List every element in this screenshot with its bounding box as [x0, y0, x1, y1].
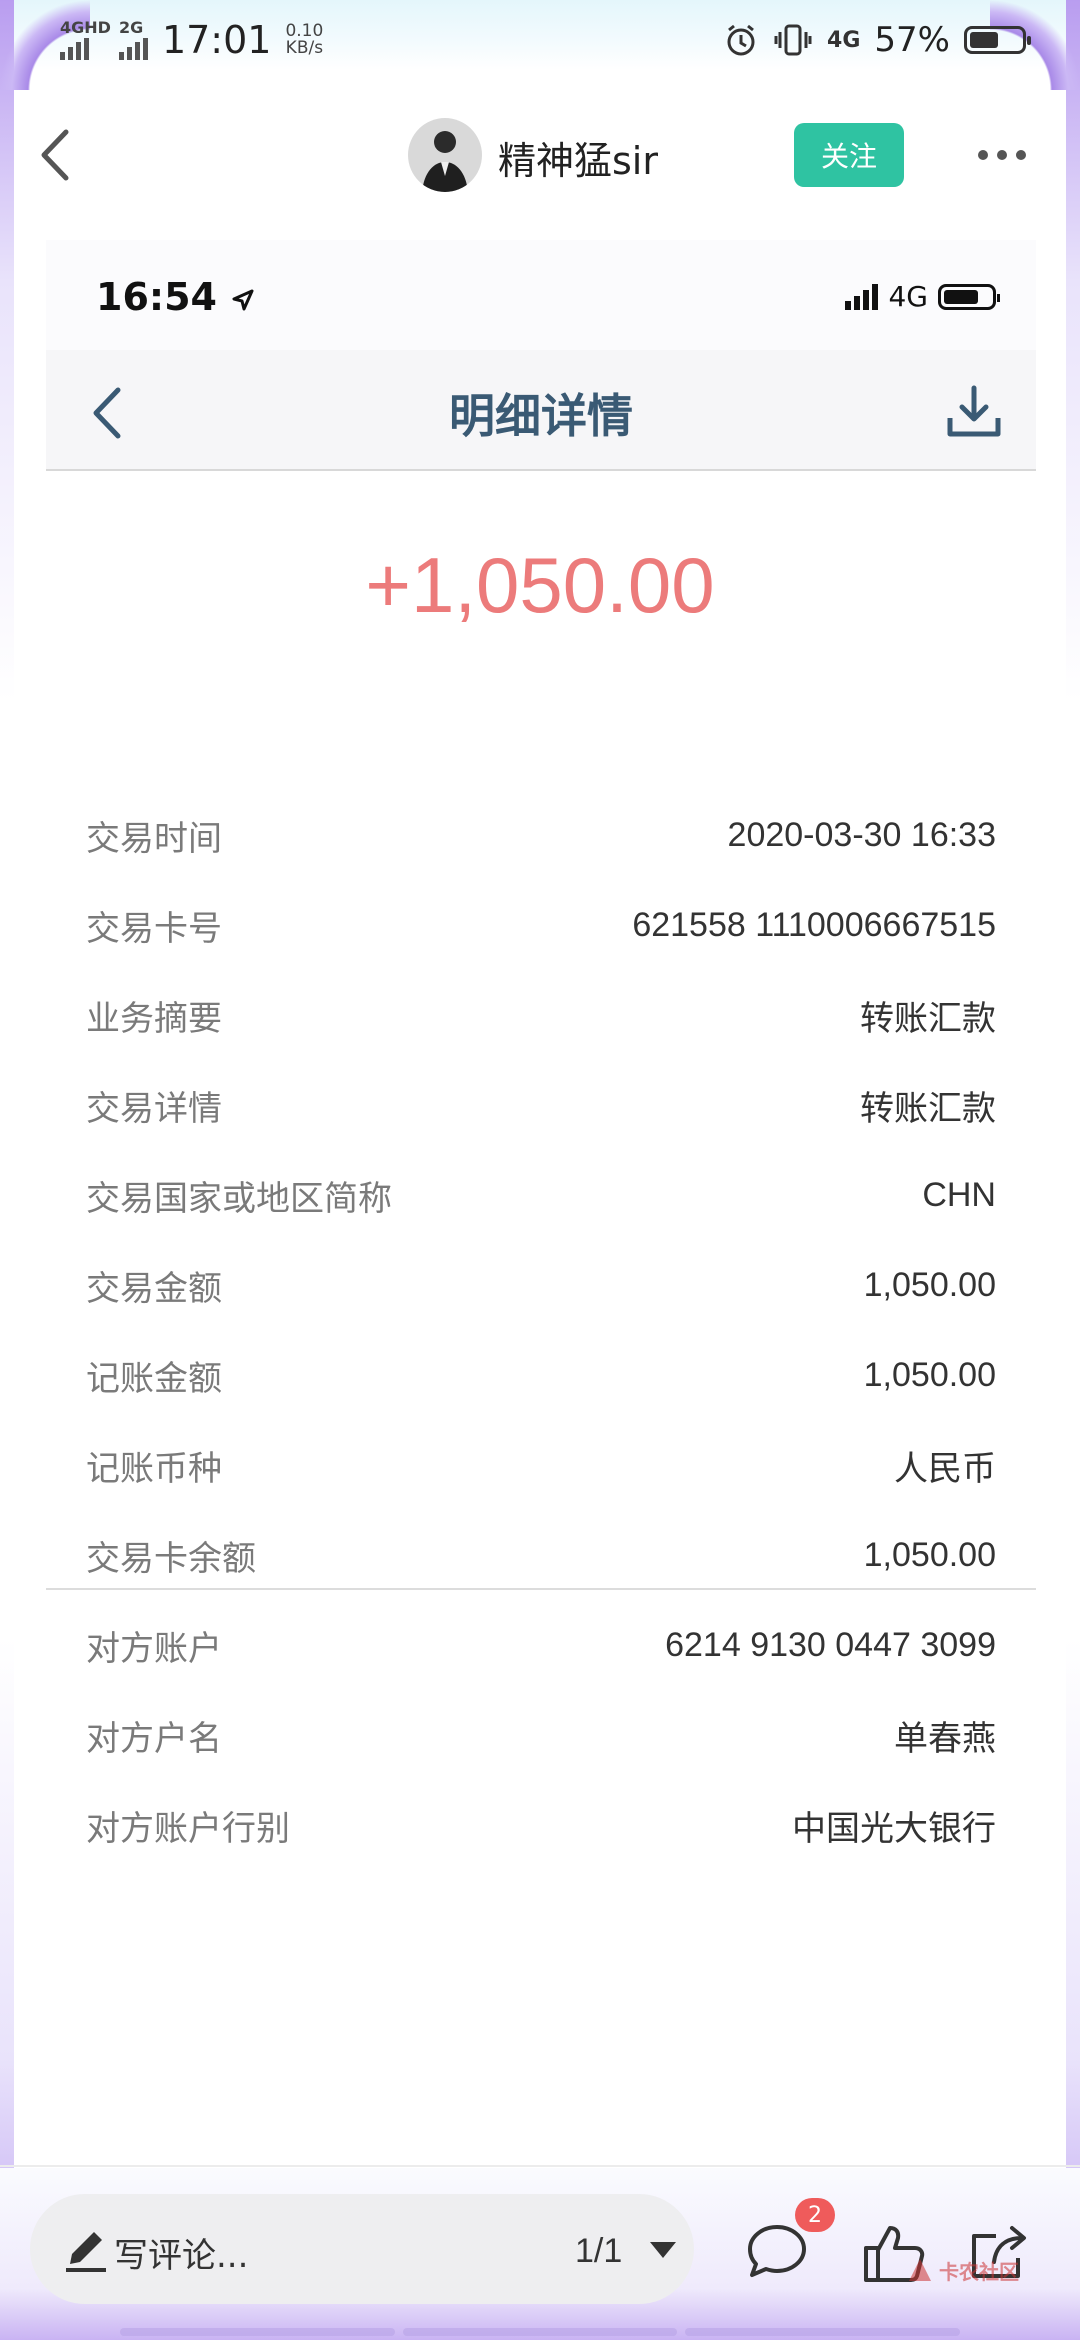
chevron-down-icon[interactable] — [650, 2242, 676, 2258]
divider — [46, 469, 1036, 471]
detail-label: 记账币种 — [86, 1448, 222, 1489]
download-icon[interactable] — [942, 380, 1006, 444]
more-icon[interactable] — [978, 140, 1038, 170]
signal-icon — [118, 38, 148, 60]
detail-value: 中国光大银行 — [792, 1809, 996, 1848]
avatar[interactable] — [408, 118, 482, 192]
post-header: 精神猛sir 关注 — [0, 110, 1080, 200]
status-bar: 4GHD 2G 17:01 0.10 KB/s 4G 57% — [0, 0, 1080, 84]
detail-label: 交易卡余额 — [86, 1538, 256, 1579]
detail-value: 621558 1110006667515 — [632, 905, 996, 944]
detail-row: 对方账户行别 中国光大银行 — [86, 1780, 996, 1870]
detail-value: 单春燕 — [894, 1719, 996, 1758]
embedded-nav-bar: 明细详情 — [46, 350, 1036, 470]
detail-value: 转账汇款 — [860, 1089, 996, 1128]
detail-row: 交易国家或地区简称 CHN — [86, 1150, 996, 1240]
detail-label: 对方户名 — [86, 1718, 222, 1759]
frame-left-glow — [0, 0, 14, 2340]
battery-icon — [964, 26, 1031, 54]
page-title: 明细详情 — [449, 389, 633, 443]
follow-button[interactable]: 关注 — [794, 123, 904, 187]
network-type-right: 4G — [827, 27, 861, 53]
detail-label: 交易国家或地区简称 — [86, 1178, 392, 1219]
detail-value: CHN — [922, 1175, 996, 1214]
watermark-logo: 卡农社区 — [905, 2250, 1025, 2290]
detail-value: 2020-03-30 16:33 — [727, 815, 996, 854]
detail-value: 转账汇款 — [860, 999, 996, 1038]
detail-label: 交易详情 — [86, 1088, 222, 1129]
page-indicator[interactable]: 1/1 — [575, 2232, 622, 2271]
detail-label: 对方账户 — [86, 1628, 222, 1669]
network-speed: 0.10 KB/s — [285, 23, 323, 57]
detail-label: 交易时间 — [86, 818, 222, 859]
network-label-2: 2G — [118, 18, 144, 37]
home-indicator — [120, 2328, 961, 2338]
pen-icon — [66, 2232, 106, 2272]
embedded-battery-icon — [938, 283, 1000, 310]
detail-row: 交易金额 1,050.00 — [86, 1240, 996, 1330]
detail-value: 1,050.00 — [863, 1535, 996, 1574]
detail-label: 交易卡号 — [86, 908, 222, 949]
signal-icon — [60, 38, 89, 60]
chat-bubble-icon[interactable] — [745, 2222, 809, 2280]
comment-count-badge: 2 — [795, 2198, 835, 2232]
detail-value: 1,050.00 — [863, 1265, 996, 1304]
detail-row: 交易卡余额 1,050.00 — [86, 1510, 996, 1600]
transaction-amount: +1,050.00 — [365, 541, 715, 629]
divider — [46, 1588, 1036, 1590]
detail-list: 交易时间 2020-03-30 16:33 交易卡号 621558 111000666… — [86, 790, 996, 1870]
divider — [0, 2165, 1080, 2167]
comment-placeholder: 写评论... — [114, 2236, 249, 2276]
author-name[interactable]: 精神猛sir — [498, 130, 658, 185]
battery-percent: 57% — [874, 20, 950, 60]
detail-row: 交易详情 转账汇款 — [86, 1060, 996, 1150]
network-label-1: 4GHD — [60, 18, 111, 37]
embedded-status-bar: 16:54 4G — [46, 240, 1036, 350]
comment-input[interactable]: 写评论... 1/1 — [30, 2194, 694, 2304]
detail-label: 记账金额 — [86, 1358, 222, 1399]
embedded-signal-icon — [845, 283, 879, 310]
detail-row: 交易卡号 621558 1110006667515 — [86, 880, 996, 970]
network-speed-unit: KB/s — [285, 38, 324, 58]
detail-value: 人民币 — [894, 1449, 996, 1488]
detail-row: 交易时间 2020-03-30 16:33 — [86, 790, 996, 880]
embedded-clock: 16:54 — [96, 275, 256, 319]
detail-label: 业务摘要 — [86, 998, 222, 1039]
embedded-network-type: 4G — [888, 280, 928, 313]
back-icon[interactable] — [22, 120, 92, 190]
detail-row: 记账币种 人民币 — [86, 1420, 996, 1510]
vibrate-icon — [774, 24, 812, 56]
detail-value: 1,050.00 — [863, 1355, 996, 1394]
detail-row: 业务摘要 转账汇款 — [86, 970, 996, 1060]
clock: 17:01 — [161, 18, 272, 62]
detail-row: 对方账户 6214 9130 0447 3099 — [86, 1600, 996, 1690]
alarm-icon — [727, 24, 755, 56]
frame-right-glow — [1066, 0, 1080, 2340]
detail-label: 对方账户行别 — [86, 1808, 290, 1849]
detail-row: 对方户名 单春燕 — [86, 1690, 996, 1780]
location-arrow-icon — [232, 289, 254, 310]
detail-value: 6214 9130 0447 3099 — [665, 1625, 996, 1664]
detail-label: 交易金额 — [86, 1268, 222, 1309]
detail-row: 记账金额 1,050.00 — [86, 1330, 996, 1420]
